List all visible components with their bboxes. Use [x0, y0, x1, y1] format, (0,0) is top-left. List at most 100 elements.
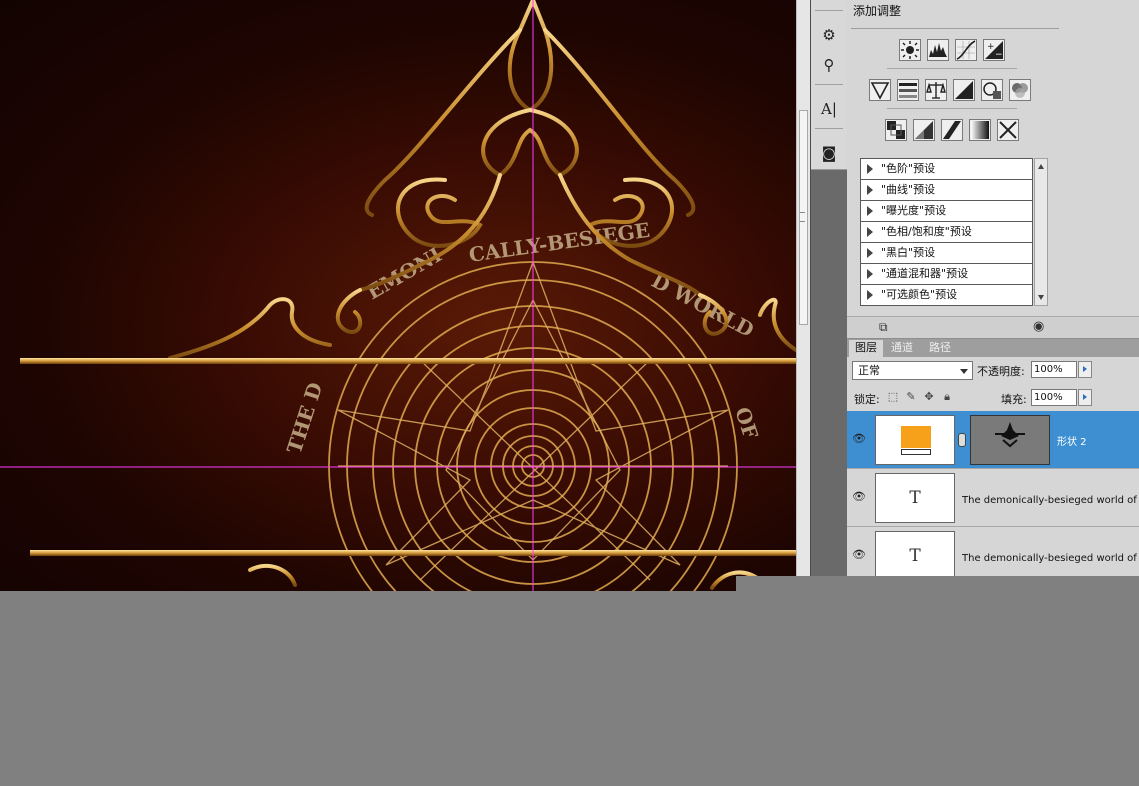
layer-thumbnail[interactable]	[875, 415, 955, 465]
fill-label: 填充:	[1001, 393, 1027, 406]
divider	[851, 28, 1059, 29]
visibility-eye-icon[interactable]: 👁︎	[852, 433, 866, 445]
separator	[815, 128, 843, 129]
text-layer-icon: T	[909, 488, 921, 508]
preset-item[interactable]: "色阶"预设	[861, 159, 1032, 180]
preset-item[interactable]: "黑白"预设	[861, 243, 1032, 264]
adjustments-panel: 添加调整 + − "色阶"预设 "曲线"预设 "曝光度"预设 "色相/饱和度"预…	[847, 0, 1139, 338]
layer-row[interactable]: 👁︎ 形状 2	[847, 411, 1139, 469]
brush-icon[interactable]: ⚲	[818, 54, 840, 76]
text-layer-thumbnail[interactable]: T	[875, 473, 955, 523]
preset-label: "色相/饱和度"预设	[881, 225, 972, 238]
presets-scrollbar[interactable]	[1034, 158, 1048, 306]
svg-text:D WORLD: D WORLD	[648, 268, 758, 342]
fill-field[interactable]: 100%	[1031, 389, 1077, 406]
panel-options-icon[interactable]: ◉	[1033, 319, 1044, 334]
adjustments-footer: ⧉ ◉	[847, 316, 1139, 338]
opacity-label: 不透明度:	[977, 365, 1025, 378]
invert-icon[interactable]	[885, 119, 907, 141]
ornament-shape-icon	[995, 422, 1025, 448]
lock-transparency-icon[interactable]: ⬚	[887, 391, 899, 403]
visibility-eye-icon[interactable]: 👁︎	[852, 549, 866, 561]
color-balance-icon[interactable]	[925, 79, 947, 101]
vibrance-icon[interactable]	[869, 79, 891, 101]
preset-label: "色阶"预设	[881, 162, 936, 175]
layer-name[interactable]: 形状 2	[1057, 433, 1137, 448]
fill-slider-arrow-icon[interactable]	[1078, 389, 1092, 406]
brightness-contrast-icon[interactable]	[899, 39, 921, 61]
layers-panel: 图层 通道 路径 正常 不透明度: 100% 锁定: ⬚ ✎ ✥ 🔒︎ 填充: …	[847, 338, 1139, 581]
selective-color-icon[interactable]	[997, 119, 1019, 141]
preset-label: "通道混和器"预设	[881, 267, 969, 280]
tab-channels[interactable]: 通道	[885, 340, 919, 357]
tab-layers[interactable]: 图层	[849, 340, 883, 357]
black-white-icon[interactable]	[953, 79, 975, 101]
preset-item[interactable]: "曝光度"预设	[861, 201, 1032, 222]
separator	[815, 84, 843, 85]
tool-presets-icon[interactable]: ⚙	[818, 24, 840, 46]
text-layer-icon: T	[909, 546, 921, 566]
channel-mixer-icon[interactable]	[1009, 79, 1031, 101]
preset-item[interactable]: "可选颜色"预设	[861, 285, 1032, 306]
tab-paths[interactable]: 路径	[923, 340, 957, 357]
levels-icon[interactable]	[927, 39, 949, 61]
expand-triangle-icon[interactable]	[867, 248, 873, 258]
lock-pixels-icon[interactable]: ✎	[905, 391, 917, 403]
canvas-vertical-scrollbar[interactable]	[796, 0, 810, 576]
bottom-bar	[30, 550, 796, 556]
visibility-eye-icon[interactable]: 👁︎	[852, 491, 866, 503]
panel-icon-strip: ⚙ ⚲ A| ◙	[810, 0, 847, 576]
preset-label: "黑白"预设	[881, 246, 936, 259]
scroll-up-arrow-icon[interactable]	[1038, 164, 1044, 169]
lock-label: 锁定:	[854, 393, 880, 406]
opacity-slider-arrow-icon[interactable]	[1078, 361, 1092, 378]
expand-triangle-icon[interactable]	[867, 164, 873, 174]
layer-row[interactable]: 👁︎ T The demonically-besieged world of 墨	[847, 469, 1139, 527]
shape-fill-indicator	[901, 449, 931, 455]
preset-item[interactable]: "通道混和器"预设	[861, 264, 1032, 285]
artwork: THE D EMONI CALLY-BESIEGE D WORLD OF	[0, 0, 796, 591]
expand-triangle-icon[interactable]	[867, 227, 873, 237]
svg-text:+: +	[987, 42, 995, 52]
character-panel-icon[interactable]: A|	[818, 98, 840, 120]
preset-label: "曝光度"预设	[881, 204, 947, 217]
preset-item[interactable]: "曲线"预设	[861, 180, 1032, 201]
divider	[887, 68, 1017, 69]
expand-triangle-icon[interactable]	[867, 269, 873, 279]
gradient-map-icon[interactable]	[969, 119, 991, 141]
svg-text:−: −	[995, 50, 1003, 60]
photo-filter-icon[interactable]	[981, 79, 1003, 101]
scroll-down-arrow-icon[interactable]	[1038, 295, 1044, 300]
divider	[887, 108, 1017, 109]
workspace-background	[736, 576, 1139, 591]
return-to-list-icon[interactable]: ⧉	[879, 320, 888, 335]
opacity-field[interactable]: 100%	[1031, 361, 1077, 378]
panel-tabs: 图层 通道 路径	[847, 339, 1139, 357]
vector-mask-thumbnail[interactable]	[970, 415, 1050, 465]
top-bar	[20, 358, 796, 364]
adjustment-presets-list: "色阶"预设 "曲线"预设 "曝光度"预设 "色相/饱和度"预设 "黑白"预设 …	[860, 158, 1033, 306]
expand-triangle-icon[interactable]	[867, 185, 873, 195]
blend-mode-select[interactable]: 正常	[852, 361, 973, 380]
preset-item[interactable]: "色相/饱和度"预设	[861, 222, 1032, 243]
crest-ornament	[168, 0, 796, 590]
link-chain-icon[interactable]	[958, 433, 966, 447]
layer-row[interactable]: 👁︎ T The demonically-besieged world of 墨	[847, 527, 1139, 581]
posterize-icon[interactable]	[913, 119, 935, 141]
hue-saturation-icon[interactable]	[897, 79, 919, 101]
lock-position-icon[interactable]: ✥	[923, 391, 935, 403]
layer-name[interactable]: The demonically-besieged world of 墨	[962, 549, 1139, 564]
expand-triangle-icon[interactable]	[867, 290, 873, 300]
mask-panel-icon[interactable]: ◙	[818, 142, 840, 164]
collapsed-panels: ⚙ ⚲ A| ◙	[811, 0, 847, 170]
threshold-icon[interactable]	[941, 119, 963, 141]
layer-name[interactable]: The demonically-besieged world of 墨	[962, 491, 1139, 506]
text-layer-thumbnail[interactable]: T	[875, 531, 955, 581]
lock-all-icon[interactable]: 🔒︎	[941, 391, 953, 403]
separator	[815, 10, 843, 11]
chevron-down-icon	[960, 369, 968, 374]
expand-triangle-icon[interactable]	[867, 206, 873, 216]
document-canvas[interactable]: THE D EMONI CALLY-BESIEGE D WORLD OF	[0, 0, 796, 591]
exposure-icon[interactable]: + −	[983, 39, 1005, 61]
curves-icon[interactable]	[955, 39, 977, 61]
